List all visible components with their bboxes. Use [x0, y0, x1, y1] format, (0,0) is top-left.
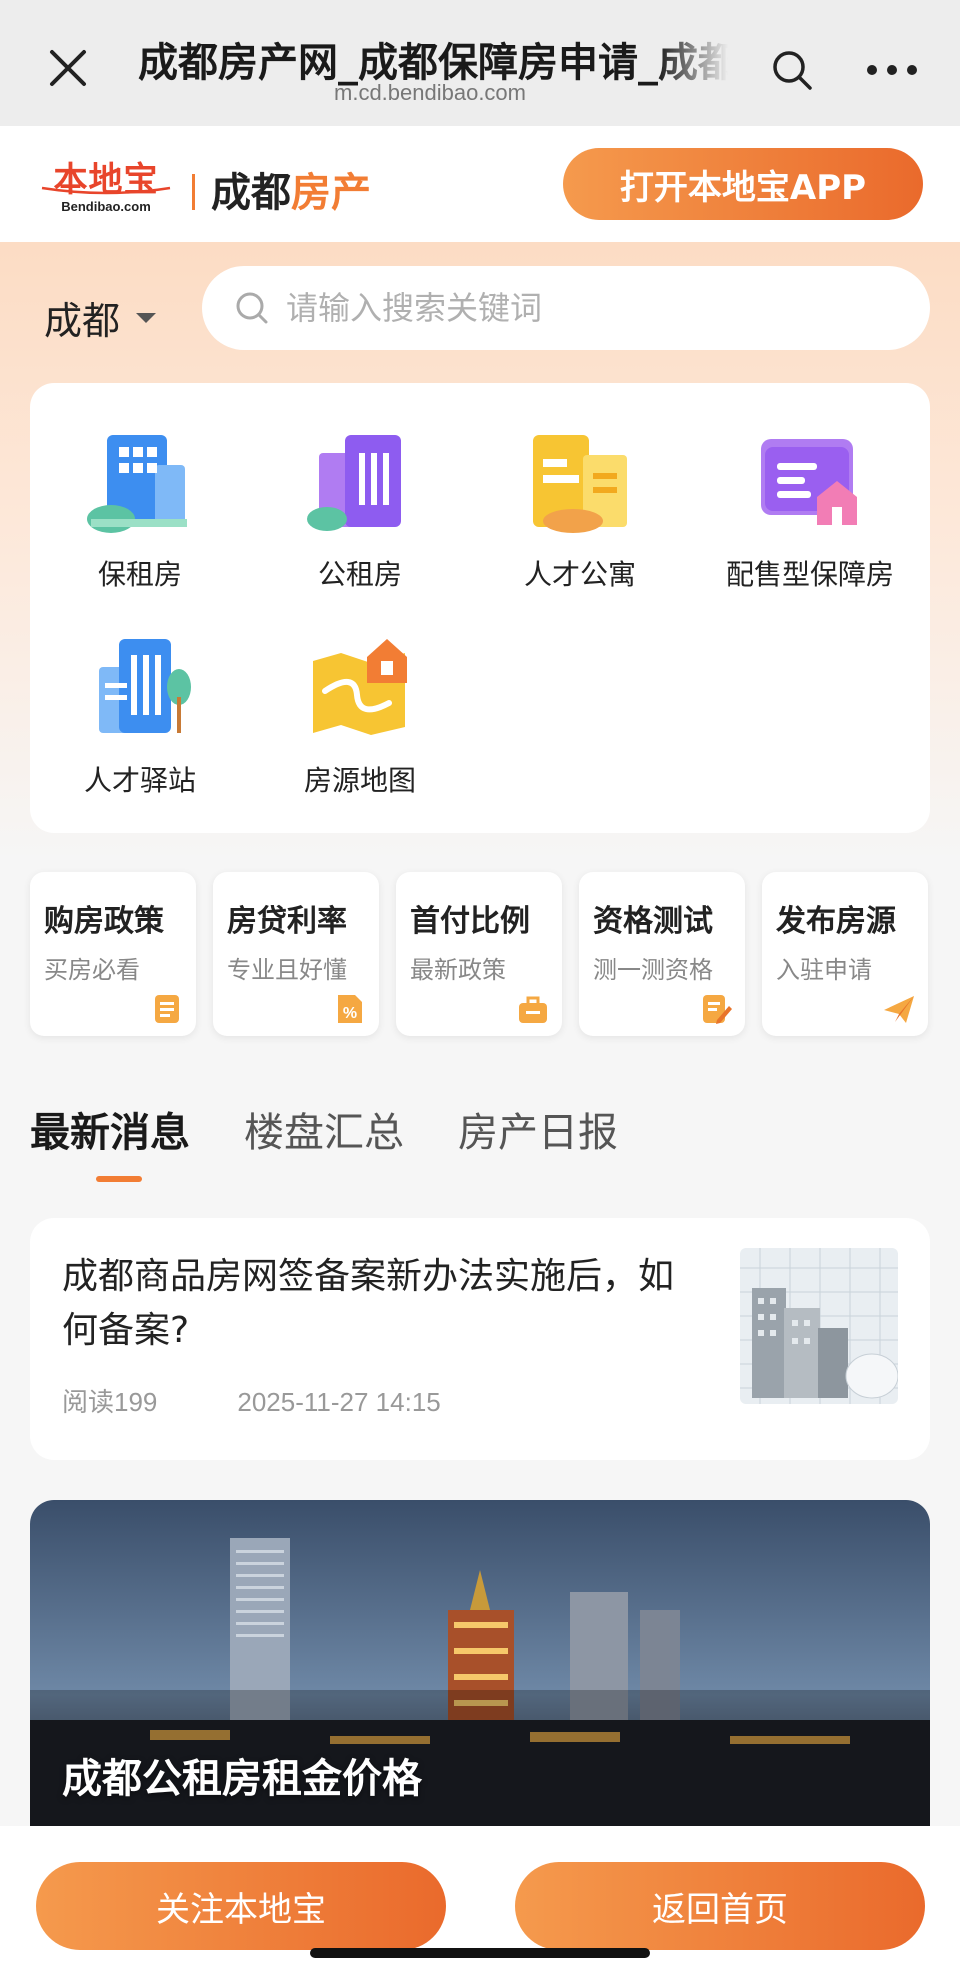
category-public-rental[interactable]: 公租房: [250, 425, 470, 593]
logo-arc-icon: [41, 186, 171, 195]
more-icon[interactable]: [862, 58, 922, 82]
site-name-city: 成都: [211, 170, 291, 216]
news-tabs: 最新消息 楼盘汇总 房产日报: [30, 1100, 672, 1158]
category-label: 房源地图: [303, 764, 416, 797]
article-title: 成都商品房网签备案新办法实施后，如何备案?: [62, 1256, 675, 1351]
quick-link-title: 资格测试: [593, 904, 713, 939]
talent-apartment-icon: [533, 435, 627, 533]
quick-link-title: 购房政策: [44, 904, 164, 939]
active-tab-indicator: [96, 1176, 142, 1182]
edit-icon: [703, 995, 732, 1024]
site-name: 成都房产: [192, 160, 371, 218]
article-time: 2025-11-27 14:15: [237, 1387, 441, 1417]
quick-link-subtitle: 测一测资格: [593, 956, 713, 984]
feature-title: 成都公租房租金价格: [62, 1756, 422, 1802]
rental-building-icon: [87, 435, 187, 533]
quick-link-down-payment[interactable]: 首付比例 最新政策: [396, 872, 562, 1036]
quick-link-subtitle: 买房必看: [44, 956, 140, 984]
category-card: 保租房 公租房 人才公寓 配售型保障房 人才驿站 房源地图: [30, 383, 930, 833]
browser-url: m.cd.bendibao.com: [334, 80, 526, 105]
logo-en: Bendibao.com: [61, 199, 151, 214]
caret-down-icon: [136, 312, 157, 323]
article-reads: 阅读199: [62, 1387, 158, 1417]
quick-link-publish-listing[interactable]: 发布房源 入驻申请: [762, 872, 928, 1036]
open-app-button[interactable]: 打开本地宝APP: [563, 148, 923, 220]
percent-icon: %: [338, 995, 362, 1023]
category-housing-map[interactable]: 房源地图: [250, 631, 470, 799]
browser-bar: 成都房产网_成都保障房申请_成都房产 m.cd.bendibao.com: [0, 0, 960, 126]
article-meta: 阅读199 2025-11-27 14:15: [62, 1382, 441, 1419]
category-talent-apartment[interactable]: 人才公寓: [470, 425, 690, 593]
quick-link-purchase-policy[interactable]: 购房政策 买房必看: [30, 872, 196, 1036]
category-rental-housing[interactable]: 保租房: [30, 425, 250, 593]
briefcase-icon: [519, 996, 547, 1023]
category-label: 人才驿站: [83, 764, 196, 797]
tab-latest-news[interactable]: 最新消息: [30, 1100, 190, 1158]
city-selector[interactable]: 成都: [44, 290, 157, 345]
home-button[interactable]: 返回首页: [515, 1862, 925, 1950]
category-talent-station[interactable]: 人才驿站: [30, 631, 250, 799]
follow-button[interactable]: 关注本地宝: [36, 1862, 446, 1950]
tab-property-daily[interactable]: 房产日报: [458, 1100, 618, 1158]
article-card[interactable]: 成都商品房网签备案新办法实施后，如何备案? 阅读199 2025-11-27 14…: [30, 1218, 930, 1460]
feature-card[interactable]: 成都公租房租金价格: [30, 1500, 930, 1826]
site-name-section: 房产: [291, 170, 371, 216]
site-name-divider: [192, 174, 195, 210]
quick-link-mortgage-rate[interactable]: 房贷利率 专业且好懂 %: [213, 872, 379, 1036]
document-icon: [155, 995, 179, 1023]
housing-map-icon: [313, 639, 407, 735]
category-label: 公租房: [317, 558, 402, 591]
public-rental-icon: [307, 435, 401, 531]
site-header: 本地宝 Bendibao.com 成都房产 打开本地宝APP: [0, 126, 960, 242]
svg-text:%: %: [343, 1005, 357, 1022]
home-indicator[interactable]: [310, 1948, 650, 1958]
quick-link-subtitle: 入驻申请: [776, 956, 872, 984]
category-label: 配售型保障房: [725, 558, 894, 591]
category-label: 保租房: [97, 558, 182, 591]
search-icon: [236, 292, 268, 324]
tab-property-summary[interactable]: 楼盘汇总: [244, 1100, 404, 1158]
article-thumbnail-image: [740, 1248, 898, 1404]
category-label: 人才公寓: [523, 558, 636, 591]
search-box[interactable]: [202, 266, 930, 350]
quick-link-title: 发布房源: [776, 904, 896, 939]
search-input[interactable]: [286, 289, 886, 327]
subsidized-housing-icon: [761, 439, 857, 525]
talent-station-icon: [99, 639, 191, 733]
quick-link-title: 房贷利率: [227, 904, 347, 939]
paper-plane-icon: [884, 996, 914, 1023]
quick-link-title: 首付比例: [410, 904, 530, 939]
city-label: 成都: [44, 299, 121, 343]
quick-link-subtitle: 专业且好懂: [227, 956, 347, 984]
quick-link-subtitle: 最新政策: [410, 956, 506, 984]
quick-link-eligibility-test[interactable]: 资格测试 测一测资格: [579, 872, 745, 1036]
search-icon[interactable]: [770, 48, 814, 92]
bendibao-logo[interactable]: 本地宝 Bendibao.com: [38, 152, 174, 216]
category-subsidized-housing[interactable]: 配售型保障房: [690, 425, 930, 593]
